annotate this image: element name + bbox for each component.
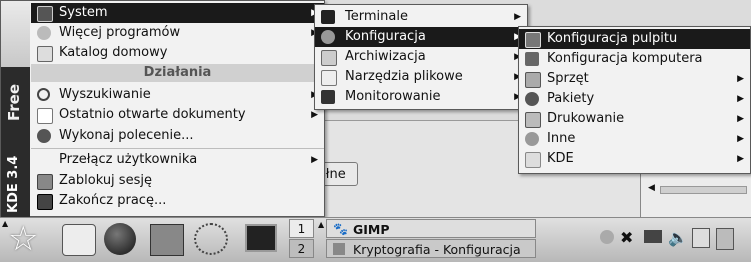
sidebar-kde-text: KDE 3.4 (6, 155, 21, 213)
run-command-icon (37, 129, 51, 143)
kde-home-icon[interactable] (62, 224, 96, 256)
menu-item-monitoring[interactable]: Monitorowanie ▶ (315, 87, 527, 107)
menu-item-other[interactable]: Inne ▶ (519, 129, 750, 149)
sidebar-free-text: Free (5, 83, 23, 121)
system-submenu: Terminale ▶ Konfiguracja ▶ Archiwizacja … (314, 4, 528, 110)
config-window-icon (333, 243, 345, 255)
printer-tray-icon[interactable] (716, 228, 734, 250)
menu-item-packages[interactable]: Pakiety ▶ (519, 89, 750, 109)
terminal-icon (321, 10, 335, 24)
hardware-icon (525, 72, 541, 88)
menu-item-desktop-config[interactable]: Konfiguracja pulpitu (519, 29, 750, 49)
gimp-icon: 🐾 (333, 222, 348, 236)
home-icon (37, 46, 53, 62)
menu-item-more-programs[interactable]: Więcej programów ▶ (31, 23, 324, 43)
computer-config-icon (525, 52, 539, 66)
system-icon (37, 6, 53, 22)
menu-item-kde[interactable]: KDE ▶ (519, 149, 750, 169)
menu-item-printing[interactable]: Drukowanie ▶ (519, 109, 750, 129)
section-header-actions: Działania (31, 64, 324, 82)
menu-item-recent-documents[interactable]: Ostatnio otwarte dokumenty ▶ (31, 105, 324, 125)
menu-item-hardware[interactable]: Sprzęt ▶ (519, 69, 750, 89)
packages-icon (525, 92, 539, 106)
background-scrollbar[interactable] (660, 186, 747, 194)
taskbar-scroll-arrow[interactable]: ▲ (318, 220, 324, 229)
terminal-launcher-icon[interactable] (245, 224, 277, 252)
sidebar-top-art (1, 1, 30, 67)
recent-documents-icon (37, 108, 53, 124)
kde-menu-sidebar: Free KDE 3.4 (1, 67, 30, 219)
pager-desktop-2[interactable]: 2 (289, 239, 314, 258)
menu-item-lock-session[interactable]: Zablokuj sesję (31, 171, 324, 191)
submenu-arrow-icon: ▶ (514, 12, 521, 22)
help-icon[interactable] (600, 230, 614, 244)
submenu-arrow-icon: ▶ (737, 94, 744, 104)
menu-item-switch-user[interactable]: Przełącz użytkownika ▶ (31, 150, 324, 170)
clipboard-icon[interactable] (692, 228, 710, 248)
calendar-icon[interactable] (150, 224, 184, 256)
configuration-icon (321, 30, 335, 44)
file-tools-icon (321, 70, 337, 86)
menu-item-terminals[interactable]: Terminale ▶ (315, 7, 527, 27)
monitor-icon (321, 90, 335, 104)
menu-item-computer-config[interactable]: Konfiguracja komputera (519, 49, 750, 69)
more-programs-icon (37, 26, 51, 40)
menu-separator (31, 148, 324, 149)
search-icon (37, 88, 50, 101)
submenu-arrow-icon: ▶ (311, 155, 318, 165)
network-icon[interactable] (194, 223, 228, 255)
other-icon (525, 132, 539, 146)
menu-item-run-command[interactable]: Wykonaj polecenie... (31, 126, 324, 146)
submenu-arrow-icon: ▶ (737, 154, 744, 164)
desktop-config-icon (525, 32, 541, 48)
task-kryptografia[interactable]: Kryptografia - Konfiguracja (326, 239, 536, 258)
submenu-arrow-icon: ▶ (737, 134, 744, 144)
menu-item-archiving[interactable]: Archiwizacja ▶ (315, 47, 527, 67)
configuration-submenu: Konfiguracja pulpitu Konfiguracja komput… (518, 26, 751, 174)
volume-icon[interactable]: 🔈 (668, 228, 688, 247)
archive-icon (321, 50, 337, 66)
tools-icon[interactable]: ✖ (620, 228, 633, 247)
menu-item-file-tools[interactable]: Narzędzia plikowe ▶ (315, 67, 527, 87)
scrollbar-left-arrow[interactable]: ◀ (648, 183, 660, 195)
lock-icon (37, 174, 53, 190)
pager-desktop-1[interactable]: 1 (289, 219, 314, 238)
system-tray: ✖ 🔈 (592, 222, 751, 256)
menu-item-system[interactable]: System ▶ (31, 3, 324, 23)
printer-icon (525, 112, 541, 128)
mail-icon[interactable] (644, 230, 662, 243)
kde-icon (525, 152, 541, 168)
logout-icon (37, 194, 53, 210)
menu-item-home[interactable]: Katalog domowy (31, 43, 324, 63)
kmenu-icon[interactable]: ☆ (8, 219, 38, 259)
menu-item-configuration[interactable]: Konfiguracja ▶ (315, 27, 527, 47)
menu-item-search[interactable]: Wyszukiwanie ▶ (31, 85, 324, 105)
submenu-arrow-icon: ▶ (737, 114, 744, 124)
task-gimp[interactable]: 🐾 GIMP (326, 219, 536, 238)
submenu-arrow-icon: ▶ (737, 74, 744, 84)
kde-main-menu: Free KDE 3.4 System ▶ Więcej programów ▶… (0, 0, 325, 219)
menu-item-logout[interactable]: Zakończ pracę... (31, 191, 324, 211)
globe-icon[interactable] (104, 223, 136, 255)
